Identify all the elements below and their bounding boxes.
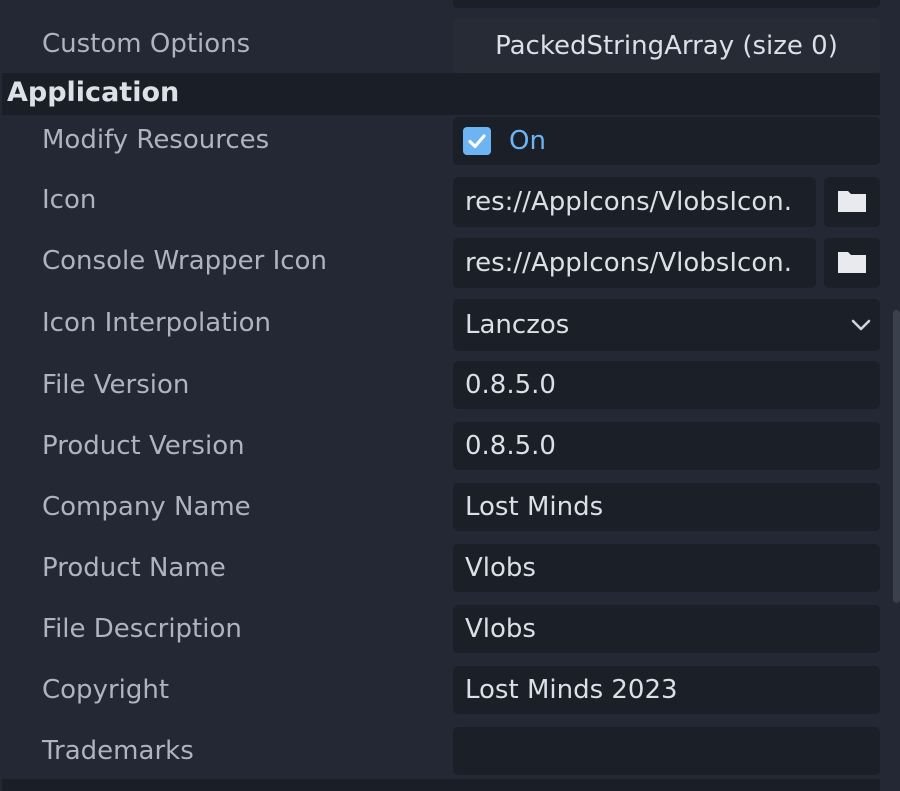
application-section-header[interactable]: Application	[2, 73, 880, 115]
console-wrapper-icon-browse-button[interactable]	[824, 238, 880, 288]
inspector-panel: Custom Options PackedStringArray (size 0…	[0, 0, 900, 791]
product-version-field[interactable]: 0.8.5.0	[453, 422, 880, 470]
next-section-header-partial[interactable]	[2, 779, 880, 791]
icon-interpolation-label: Icon Interpolation	[42, 308, 272, 338]
company-name-field[interactable]: Lost Minds	[453, 483, 880, 531]
folder-icon	[838, 252, 866, 273]
icon-path-value: res://AppIcons/VlobsIcon.	[465, 187, 792, 217]
company-name-value: Lost Minds	[465, 492, 604, 522]
product-name-value: Vlobs	[465, 553, 536, 583]
file-version-value: 0.8.5.0	[465, 370, 556, 400]
icon-interpolation-dropdown[interactable]: Lanczos	[453, 299, 880, 351]
product-name-label: Product Name	[42, 553, 226, 583]
modify-resources-toggle[interactable]: On	[453, 117, 880, 165]
icon-browse-button[interactable]	[824, 177, 880, 227]
application-section-title: Application	[7, 77, 180, 108]
product-version-label: Product Version	[42, 431, 245, 461]
console-wrapper-icon-label: Console Wrapper Icon	[42, 246, 327, 276]
company-name-label: Company Name	[42, 492, 251, 522]
custom-options-field[interactable]: PackedStringArray (size 0)	[453, 18, 880, 73]
trademarks-label: Trademarks	[42, 736, 194, 766]
copyright-value: Lost Minds 2023	[465, 675, 678, 705]
copyright-field[interactable]: Lost Minds 2023	[453, 666, 880, 714]
modify-resources-state: On	[509, 126, 546, 156]
folder-icon	[838, 191, 866, 212]
product-name-field[interactable]: Vlobs	[453, 544, 880, 592]
checkbox-checked-icon[interactable]	[463, 127, 491, 155]
icon-path-field[interactable]: res://AppIcons/VlobsIcon.	[453, 177, 816, 227]
console-wrapper-icon-path-field[interactable]: res://AppIcons/VlobsIcon.	[453, 238, 816, 288]
vertical-scrollbar[interactable]	[893, 310, 900, 603]
custom-options-value: PackedStringArray (size 0)	[495, 30, 838, 61]
product-version-value: 0.8.5.0	[465, 431, 556, 461]
copyright-label: Copyright	[42, 675, 170, 705]
file-description-value: Vlobs	[465, 614, 536, 644]
console-wrapper-icon-path-value: res://AppIcons/VlobsIcon.	[465, 248, 792, 278]
previous-field-partial[interactable]	[453, 0, 880, 8]
custom-options-label: Custom Options	[42, 29, 251, 59]
file-description-field[interactable]: Vlobs	[453, 605, 880, 653]
chevron-down-icon	[851, 319, 871, 331]
modify-resources-label: Modify Resources	[42, 125, 270, 155]
trademarks-field[interactable]	[453, 727, 880, 775]
icon-interpolation-value: Lanczos	[465, 310, 570, 340]
icon-label: Icon	[42, 185, 97, 215]
file-version-label: File Version	[42, 370, 190, 400]
file-description-label: File Description	[42, 614, 242, 644]
file-version-field[interactable]: 0.8.5.0	[453, 361, 880, 409]
